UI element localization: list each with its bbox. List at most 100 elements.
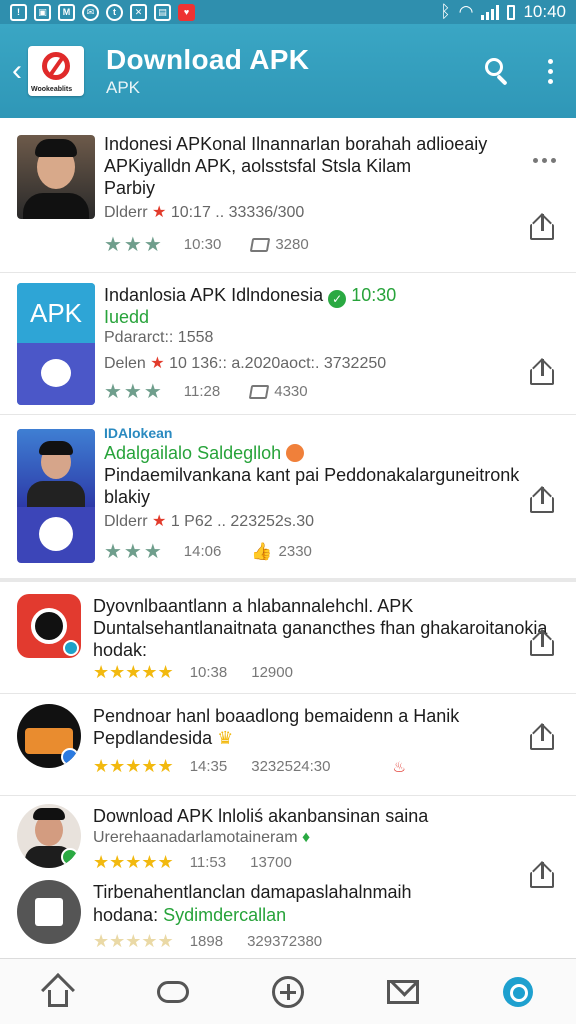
list-item[interactable]: IDAlokean Adalgailalo Saldeglloh Pindaem… bbox=[0, 415, 576, 575]
m-icon: M bbox=[58, 3, 75, 21]
meta-value: 10 136:: a.2020aoct:. 3732250 bbox=[169, 355, 387, 372]
back-icon[interactable]: ‹ bbox=[6, 54, 28, 88]
star-icon: ★ bbox=[152, 513, 167, 530]
item-title-text: Indanlosia APK Idlndonesia bbox=[104, 285, 324, 305]
list-item[interactable]: APK Indanlosia APK Idlndonesia ✓ 10:30 I… bbox=[0, 273, 576, 415]
app-bar: ‹ Wookeablits Download APK APK bbox=[0, 24, 576, 118]
item-time: 10:38 bbox=[189, 664, 228, 681]
edit-icon bbox=[249, 384, 270, 399]
chat-bubble-icon bbox=[41, 359, 71, 387]
badge-icon: ♦ bbox=[302, 829, 311, 846]
calendar-icon: ▤ bbox=[154, 3, 171, 21]
item-time: 11:53 bbox=[189, 854, 227, 871]
page-subtitle: APK bbox=[106, 78, 141, 97]
photo-icon: ▣ bbox=[34, 3, 51, 21]
meta-prefix: Delen bbox=[104, 355, 146, 372]
notification-icons: ! ▣ M ✉ t ✕ ▤ ♥ bbox=[10, 3, 195, 21]
status-bar: ! ▣ M ✉ t ✕ ▤ ♥ ᛒ ◠ 10:40 bbox=[0, 0, 576, 24]
shield-icon: ♥ bbox=[178, 3, 195, 21]
item-meta: Dlderr ★ 10:17 .. 33336/300 bbox=[104, 202, 304, 222]
item-rating-row: ★★★★★ 11:53 13700 bbox=[93, 852, 292, 873]
item-time: 11:28 bbox=[183, 383, 221, 400]
item-title-line2: Duntalsehantlanaitnata ganancthes fhan g… bbox=[93, 618, 548, 638]
list-item[interactable]: Pendnoar hanl boaadlong bemaidenn a Hani… bbox=[0, 694, 576, 796]
nav-chat[interactable] bbox=[496, 970, 540, 1014]
nav-cloud[interactable] bbox=[151, 970, 195, 1014]
more-horiz-icon[interactable] bbox=[533, 158, 556, 163]
app-thumbnail bbox=[17, 594, 81, 658]
item-title-line3: hodak: bbox=[93, 640, 148, 660]
item-title: Indanlosia APK Idlndonesia ✓ 10:30 bbox=[104, 285, 396, 308]
bottom-nav bbox=[0, 958, 576, 1024]
nav-home[interactable] bbox=[36, 970, 80, 1014]
battery-icon bbox=[507, 4, 516, 20]
share-icon[interactable] bbox=[530, 723, 554, 750]
item-rating-row: ★★★ 11:28 4330 bbox=[104, 379, 308, 404]
item-stat: 3232524:30 bbox=[251, 758, 331, 775]
rating-stars: ★★★ bbox=[104, 381, 164, 403]
item-stat: 3280 bbox=[275, 236, 309, 253]
rating-stars: ★★★ bbox=[104, 234, 164, 256]
item-title-text: Pepdlandesida bbox=[93, 728, 213, 748]
chat-icon bbox=[503, 976, 534, 1007]
title-block: Download APK APK bbox=[106, 44, 309, 98]
item-title-line3: Parbiy bbox=[104, 178, 156, 198]
edit-icon bbox=[250, 237, 271, 252]
item-rating-row: ★★★★★ 1898 329372380 bbox=[93, 931, 322, 952]
share-icon[interactable] bbox=[530, 861, 554, 888]
fire-icon: ♨ bbox=[392, 758, 406, 776]
more-vert-icon[interactable] bbox=[548, 58, 554, 84]
list-item[interactable]: Dyovnlbaantlann a hlabannalehchl. APK Du… bbox=[0, 582, 576, 694]
item-stat: 4330 bbox=[274, 383, 308, 400]
meta-prefix: Dlderr bbox=[104, 204, 148, 221]
meta-value: 1 P62 .. 223252s.30 bbox=[170, 513, 315, 530]
cloud-icon bbox=[156, 980, 189, 1003]
meta-prefix: Dlderr bbox=[104, 513, 148, 530]
x-icon: ✕ bbox=[130, 3, 147, 21]
warning-icon: ! bbox=[10, 3, 27, 21]
item-stat: 13700 bbox=[250, 854, 292, 871]
item-rating-row: ★★★★★ 14:35 3232524:30 ♨ bbox=[93, 756, 406, 777]
item-title-line2: hodana: Sydimdercallan bbox=[93, 905, 286, 926]
item-stat: 2330 bbox=[278, 543, 312, 560]
rating-stars: ★★★★★ bbox=[93, 852, 174, 872]
badge-time: 10:30 bbox=[351, 285, 397, 305]
meta-value: 10:17 .. 33336/300 bbox=[170, 204, 305, 221]
list-item[interactable]: Tirbenahentlanclan damapaslahalnmaih hod… bbox=[0, 861, 576, 958]
item-time: 14:06 bbox=[183, 543, 222, 560]
list-item[interactable]: Indonesi APKonal Ilnannarlan borahah adl… bbox=[0, 118, 576, 273]
share-icon[interactable] bbox=[530, 358, 554, 385]
share-icon[interactable] bbox=[530, 486, 554, 513]
item-title: Adalgailalo Saldeglloh bbox=[104, 443, 305, 464]
logo-text: Wookeablits bbox=[31, 86, 73, 93]
nav-mail[interactable] bbox=[381, 970, 425, 1014]
fire-icon bbox=[286, 444, 305, 462]
app-thumbnail: APK bbox=[17, 283, 95, 405]
app-thumbnail bbox=[17, 880, 81, 944]
item-time: 10:30 bbox=[183, 236, 222, 253]
item-meta: Delen ★ 10 136:: a.2020aoct:. 3732250 bbox=[104, 353, 386, 373]
share-icon[interactable] bbox=[530, 629, 554, 656]
list-item[interactable]: Download APK lnloliś akanbansinan saina … bbox=[0, 796, 576, 878]
search-icon[interactable] bbox=[484, 57, 512, 86]
item-title-text: Adalgailalo Saldeglloh bbox=[104, 443, 282, 463]
item-subtitle-text: Urerehaanadarlamotaineram bbox=[93, 829, 298, 846]
thumb-label: APK bbox=[17, 283, 95, 343]
mail-icon bbox=[387, 979, 420, 1004]
item-title-line3: blakiy bbox=[104, 487, 151, 507]
item-subtitle: Urerehaanadarlamotaineram ♦ bbox=[93, 829, 310, 847]
item-stat: 329372380 bbox=[247, 933, 323, 950]
item-time: 14:35 bbox=[189, 758, 228, 775]
item-title-line2: APKiyalldn APK, aolsstsfal Stsla Kilam bbox=[104, 156, 412, 176]
item-title-line2: Pindaemilvankana kant pai Peddonakalargu… bbox=[104, 465, 520, 485]
mail-icon: ✉ bbox=[82, 3, 99, 21]
item-label: IDAlokean bbox=[104, 425, 173, 441]
item-title: Indonesi APKonal Ilnannarlan borahah adl… bbox=[104, 134, 488, 154]
item-title-line2: Iuedd bbox=[104, 307, 150, 327]
nav-add[interactable] bbox=[266, 970, 310, 1014]
item-title-highlight: Sydimdercallan bbox=[163, 905, 287, 925]
thumbs-up-icon: 👍 bbox=[251, 541, 273, 561]
signal-icon bbox=[481, 4, 500, 20]
item-title: Tirbenahentlanclan damapaslahalnmaih bbox=[93, 882, 412, 902]
share-icon[interactable] bbox=[530, 213, 554, 240]
